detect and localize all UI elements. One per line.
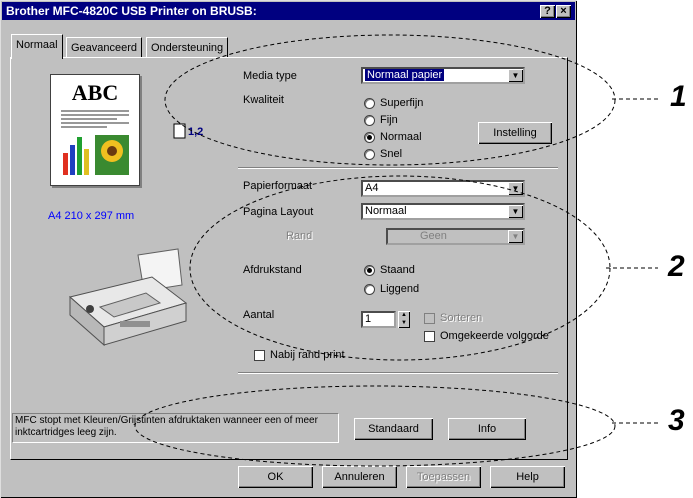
callout-ellipse-2 [189,175,611,361]
callout-label-1: 1 [670,80,687,113]
callout-label-3: 3 [668,404,685,437]
callout-ellipse-1 [164,34,616,166]
tab-normaal[interactable]: Normaal [11,34,63,59]
callout-overlay [134,34,658,467]
callout-label-2: 2 [668,250,685,283]
callout-ellipse-3 [134,385,616,467]
